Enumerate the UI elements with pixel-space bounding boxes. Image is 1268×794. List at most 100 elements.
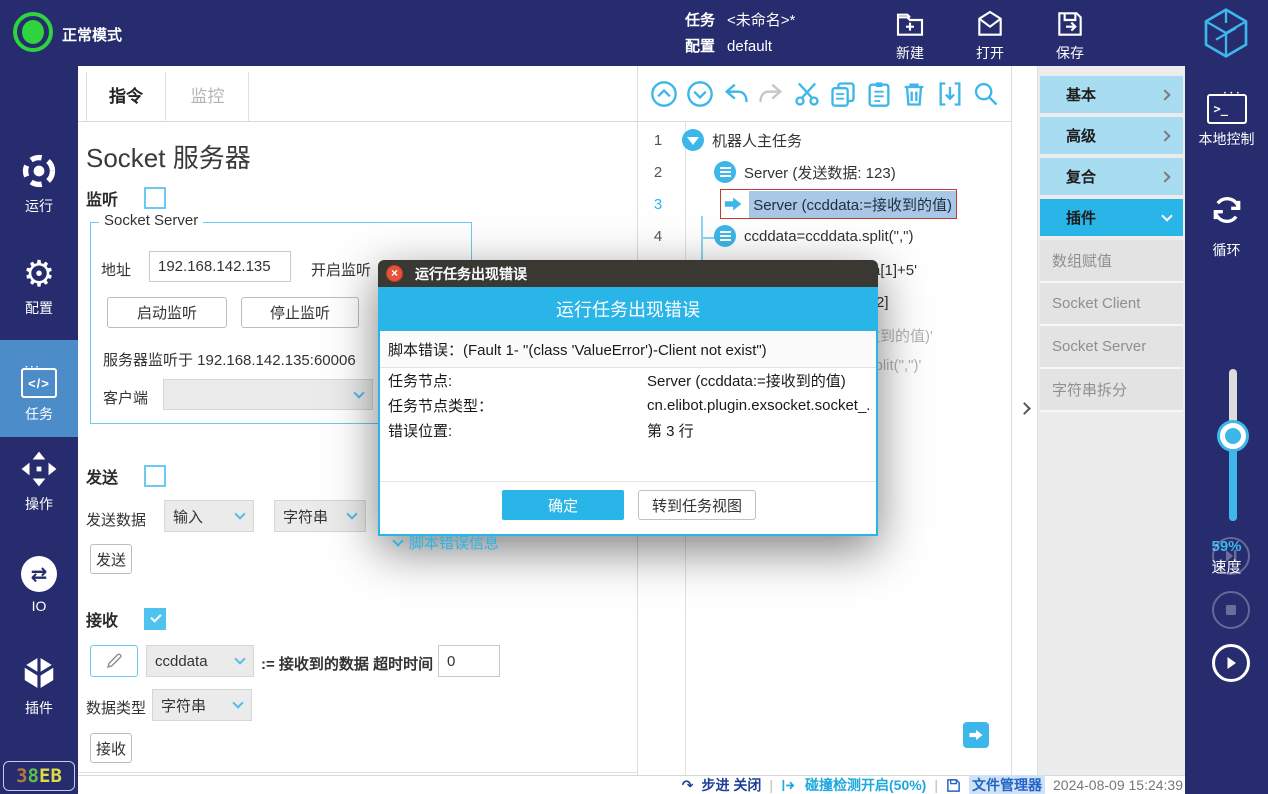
- plugin-item-string-split[interactable]: 字符串拆分: [1040, 369, 1183, 412]
- status-badge: 38EB: [3, 761, 75, 791]
- receive-button[interactable]: 接收: [90, 733, 132, 763]
- collision-status[interactable]: 碰撞检测开启(50%): [805, 775, 926, 794]
- line-number: 3: [638, 196, 678, 213]
- task-node-value: Server (ccddata:=接收到的值): [647, 370, 846, 391]
- plugin-item-socket-client[interactable]: Socket Client: [1040, 283, 1183, 326]
- ok-button[interactable]: 确定: [502, 490, 624, 520]
- plugin-item-socket-server[interactable]: Socket Server: [1040, 326, 1183, 369]
- open-task-button[interactable]: 打开: [958, 6, 1022, 63]
- new-task-button[interactable]: 新建: [878, 6, 942, 63]
- status-bar: ↷ 步进 关闭 | 碰撞检测开启(50%) | 文件管理器 2024-08-09…: [78, 775, 1185, 794]
- goto-task-view-button[interactable]: 转到任务视图: [638, 490, 756, 520]
- plugin-item-array-assign[interactable]: 数组赋值: [1040, 240, 1183, 283]
- tab-instruction[interactable]: 指令: [86, 72, 166, 122]
- robot-status-icon[interactable]: [13, 12, 53, 52]
- tree-row-selected[interactable]: 3 Server (ccddata:=接收到的值): [638, 188, 1012, 220]
- sidebar-item-plugin[interactable]: 插件: [0, 648, 78, 734]
- cut-icon[interactable]: [793, 80, 821, 108]
- task-node-type-label: 任务节点类型：: [388, 395, 493, 416]
- timeout-input[interactable]: 0: [438, 645, 500, 677]
- line-number: 4: [638, 228, 678, 245]
- menu-node-icon: [714, 225, 736, 247]
- section-label: 插件: [1066, 207, 1096, 228]
- edit-variable-button[interactable]: [90, 645, 138, 677]
- delete-icon[interactable]: [900, 80, 928, 108]
- redo-icon[interactable]: [757, 80, 785, 108]
- listen-checkbox[interactable]: [144, 187, 166, 209]
- run-icon: [20, 152, 58, 190]
- client-dropdown[interactable]: [163, 379, 373, 410]
- play-button[interactable]: [1212, 644, 1250, 682]
- sidebar-item-io[interactable]: ⇄ IO: [0, 548, 78, 634]
- save-task-label: 保存: [1038, 43, 1102, 63]
- accordion-section-basic[interactable]: 基本: [1040, 76, 1183, 113]
- status-divider: |: [934, 777, 938, 793]
- copy-icon[interactable]: [829, 80, 857, 108]
- collapse-chevron-icon[interactable]: [1018, 402, 1031, 415]
- chevron-down-icon: [392, 535, 403, 546]
- close-icon[interactable]: ×: [386, 265, 403, 282]
- send-type-dropdown[interactable]: 字符串: [274, 500, 366, 532]
- tree-row[interactable]: 4 ccddata=ccddata.split(","): [638, 220, 1012, 252]
- dialog-buttons: 确定 转到任务视图: [380, 481, 876, 513]
- collapse-node-icon[interactable]: [682, 129, 704, 151]
- pointer-arrow-icon: [723, 195, 743, 213]
- group-title: Socket Server: [99, 212, 203, 229]
- move-up-icon[interactable]: [650, 80, 678, 108]
- paste-icon[interactable]: [865, 80, 893, 108]
- search-icon[interactable]: [972, 80, 1000, 108]
- file-manager-icon: [946, 778, 961, 793]
- accordion-section-plugin[interactable]: 插件: [1040, 199, 1183, 236]
- accordion-section-advanced[interactable]: 高级: [1040, 117, 1183, 154]
- speed-slider-thumb[interactable]: [1220, 423, 1246, 449]
- sidebar-item-jog[interactable]: 操作: [0, 444, 78, 530]
- step-mode-status[interactable]: 步进 关闭: [701, 775, 761, 794]
- send-source-dropdown[interactable]: 输入: [164, 500, 254, 532]
- local-control-button[interactable]: ···>_ 本地控制: [1185, 94, 1268, 149]
- jump-to-node-button[interactable]: [963, 722, 989, 748]
- start-listen-button[interactable]: 启动监听: [107, 297, 227, 328]
- dialog-window-title: 运行任务出现错误: [415, 264, 527, 284]
- detail-link-label: 脚本错误信息: [409, 532, 499, 553]
- send-button[interactable]: 发送: [90, 544, 132, 574]
- play-icon: [1223, 655, 1239, 671]
- send-checkbox[interactable]: [144, 465, 166, 487]
- stop-button[interactable]: [1212, 591, 1250, 629]
- address-input[interactable]: 192.168.142.135: [149, 251, 291, 282]
- datatype-dropdown[interactable]: 字符串: [152, 689, 252, 721]
- tab-monitor[interactable]: 监控: [167, 72, 249, 122]
- dialog-title-bar[interactable]: × 运行任务出现错误: [378, 260, 878, 287]
- tree-row-root[interactable]: 1 机器人主任务: [638, 124, 1012, 156]
- undo-icon[interactable]: [722, 80, 750, 108]
- step-mode-icon: ↷: [682, 777, 694, 794]
- assign-text: := 接收到的数据 超时时间: [261, 653, 433, 674]
- accordion-section-compound[interactable]: 复合: [1040, 158, 1183, 195]
- step-next-button[interactable]: [1212, 537, 1250, 575]
- left-sidebar: 运行 ⚙ 配置 ···</> 任务 操作 ⇄ IO 插件 38EB: [0, 66, 78, 794]
- tree-toolbar: [638, 66, 1012, 122]
- open-task-label: 打开: [958, 43, 1022, 63]
- sidebar-item-run[interactable]: 运行: [0, 146, 78, 232]
- task-name-value: <未命名>*: [727, 12, 795, 29]
- receive-checkbox[interactable]: [144, 608, 166, 630]
- insert-node-icon[interactable]: [936, 80, 964, 108]
- tree-row[interactable]: 2 Server (发送数据: 123): [638, 156, 1012, 188]
- chevron-down-icon: [353, 387, 364, 398]
- config-value: default: [727, 38, 772, 55]
- loop-button[interactable]: 循环: [1185, 190, 1268, 260]
- config-label: 配置: [685, 38, 715, 55]
- panel-collapse-strip: [1012, 66, 1038, 775]
- script-error-detail-link[interactable]: 脚本错误信息: [394, 532, 499, 553]
- stop-listen-button[interactable]: 停止监听: [241, 297, 359, 328]
- move-down-icon[interactable]: [686, 80, 714, 108]
- file-manager-link[interactable]: 文件管理器: [969, 775, 1045, 794]
- script-error-text: 脚本错误：(Fault 1- "(class 'ValueError')-Cli…: [380, 331, 876, 368]
- loop-icon: [1207, 190, 1247, 230]
- new-task-label: 新建: [878, 43, 942, 63]
- section-label: 基本: [1066, 84, 1096, 105]
- save-task-button[interactable]: 保存: [1038, 6, 1102, 63]
- sidebar-item-config[interactable]: ⚙ 配置: [0, 248, 78, 334]
- variable-dropdown[interactable]: ccddata: [146, 645, 254, 677]
- arrow-right-icon: [968, 728, 984, 742]
- sidebar-item-task[interactable]: ···</> 任务: [0, 340, 78, 437]
